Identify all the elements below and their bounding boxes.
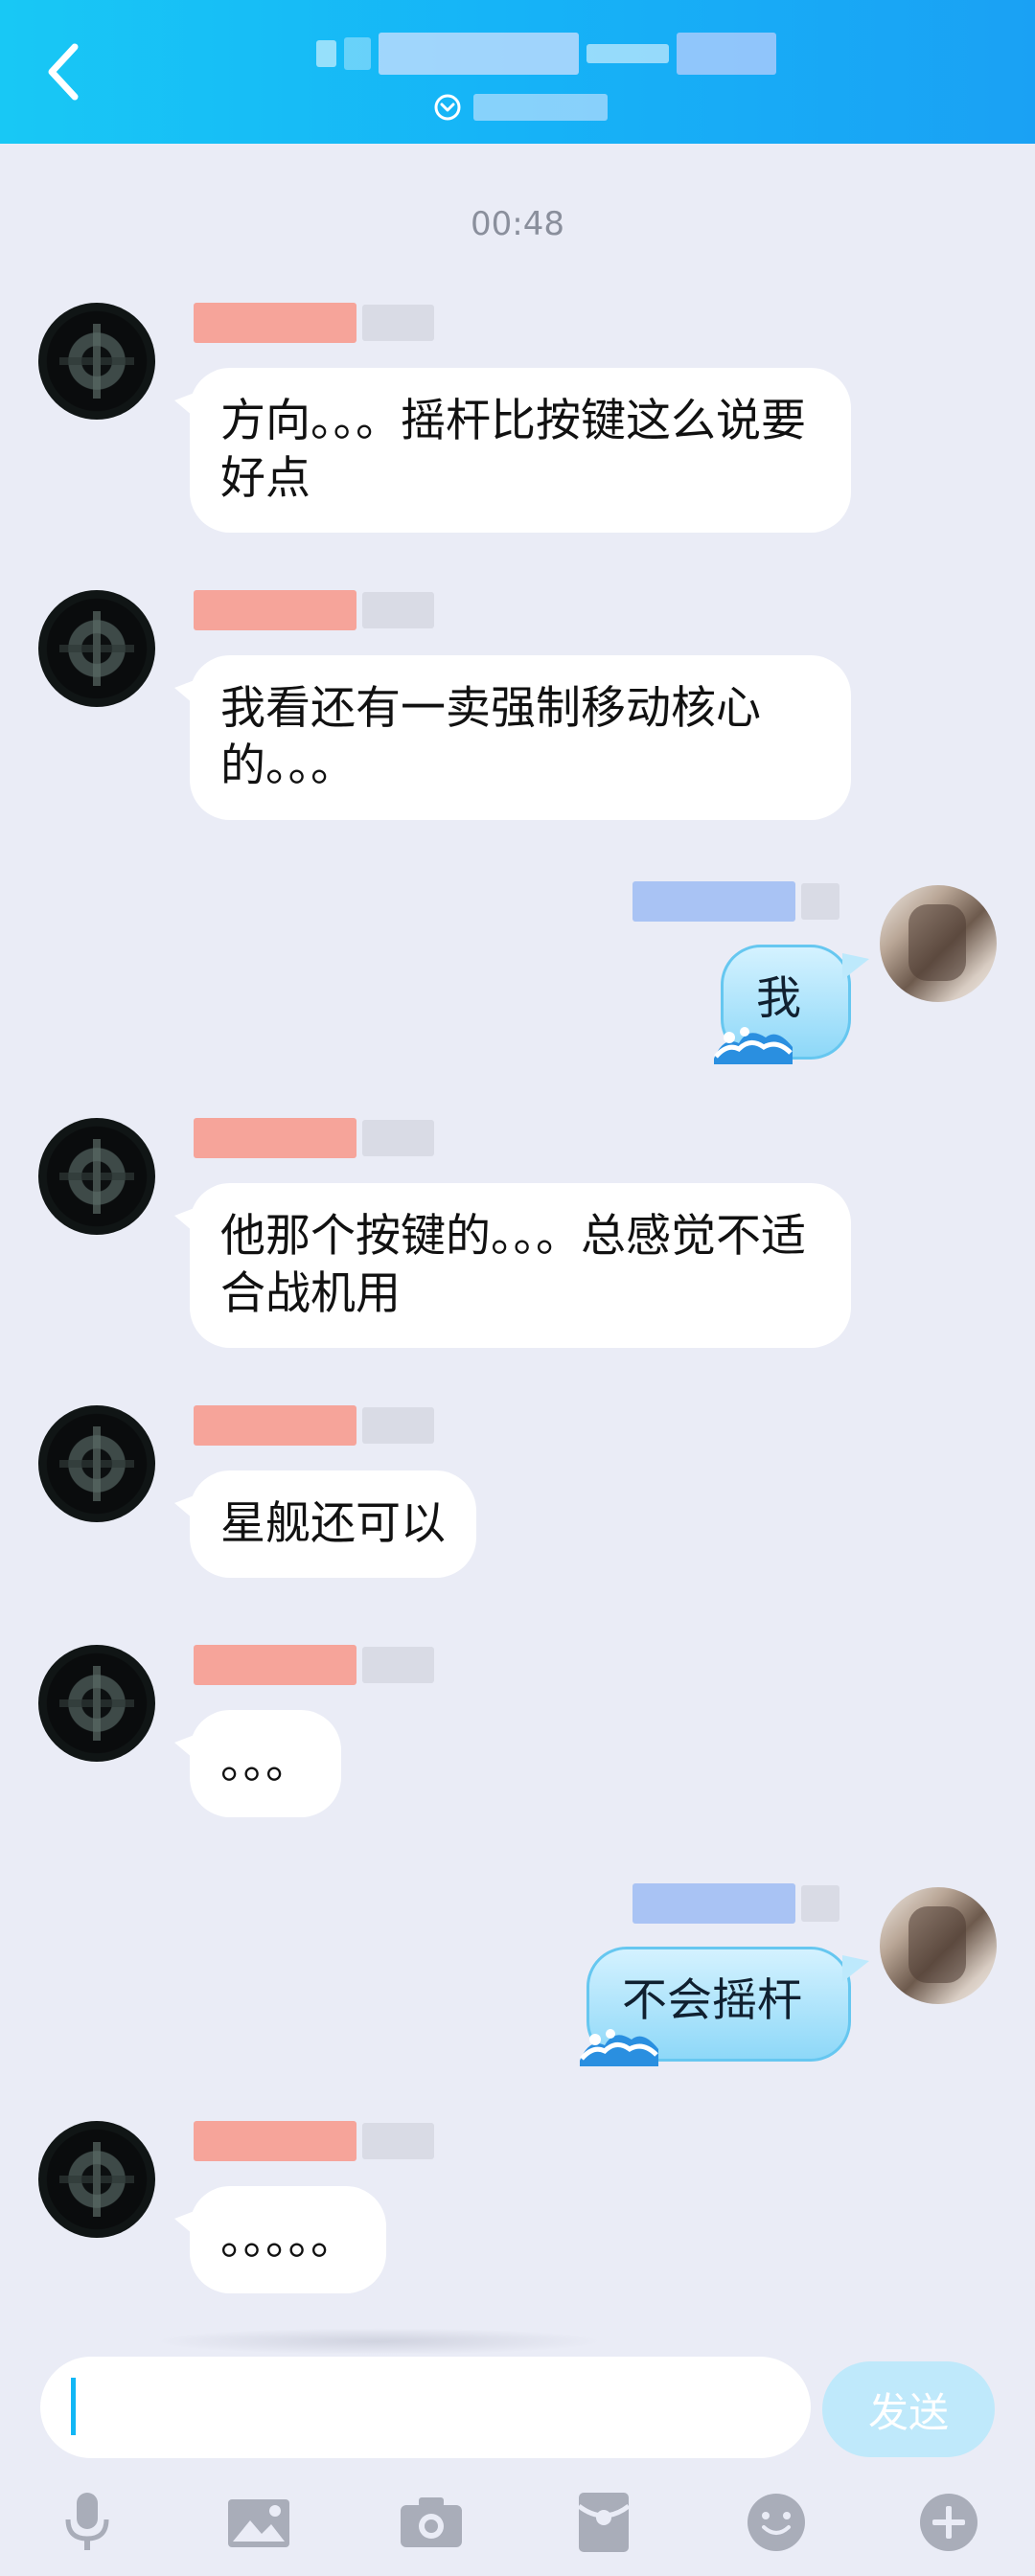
message-text: 我 [756,972,801,1025]
red-packet-button[interactable] [561,2479,647,2565]
message-bubble[interactable]: 我看还有一卖强制移动核心的。。。 [174,655,851,820]
sender-name-obscured [194,303,434,343]
emoji-icon [748,2494,805,2551]
more-button[interactable] [906,2479,992,2565]
emoji-button[interactable] [733,2479,819,2565]
camera-button[interactable] [388,2479,474,2565]
plus-icon [920,2494,978,2551]
sender-name-obscured [194,1645,434,1685]
message-timestamp: 00:48 [471,205,564,243]
message-bubble[interactable]: 。。。。。 [174,2186,386,2293]
chat-subtitle-obscured[interactable] [433,88,608,126]
my-avatar[interactable] [880,885,997,1002]
input-shadow [153,2328,604,2355]
text-caret [71,2378,76,2435]
sender-name-obscured [194,1118,434,1158]
message-bubble[interactable]: 他那个按键的。。。总感觉不适合战机用 [174,1183,851,1348]
wave-decoration-icon [714,1027,793,1064]
camera-icon [401,2497,462,2547]
sender-name-obscured [194,590,434,630]
avatar[interactable] [38,1405,155,1522]
voice-button[interactable] [44,2479,130,2565]
chat-title-obscured[interactable] [316,27,776,80]
my-message-bubble[interactable]: 不会摇杆 [580,1947,869,2066]
my-message-bubble[interactable]: 我 [714,945,869,1064]
wave-decoration-icon [580,2029,658,2066]
image-button[interactable] [216,2479,302,2565]
avatar[interactable] [38,1118,155,1235]
avatar[interactable] [38,2121,155,2238]
message-text: 不会摇杆 [622,1974,802,2027]
back-button[interactable] [34,34,92,110]
sender-name-obscured [194,1405,434,1446]
my-avatar[interactable] [880,1887,997,2004]
chevron-down-circle-icon [434,94,461,121]
sender-name-obscured [194,2121,434,2161]
message-bubble[interactable]: 星舰还可以 [174,1470,476,1578]
message-bubble[interactable]: 方向。。。摇杆比按键这么说要好点 [174,368,851,533]
message-input[interactable] [40,2357,811,2458]
avatar[interactable] [38,1645,155,1762]
message-bubble[interactable]: 。。。 [174,1710,341,1817]
microphone-icon [65,2493,109,2550]
input-toolbar [0,2468,1035,2576]
avatar[interactable] [38,590,155,707]
send-button[interactable]: 发送 [822,2361,995,2457]
my-name-obscured [632,1883,840,1924]
avatar[interactable] [38,303,155,420]
red-packet-icon [577,2493,631,2552]
my-name-obscured [632,881,840,922]
image-icon [228,2499,289,2547]
chat-header [0,0,1035,144]
chevron-left-icon [48,43,79,101]
